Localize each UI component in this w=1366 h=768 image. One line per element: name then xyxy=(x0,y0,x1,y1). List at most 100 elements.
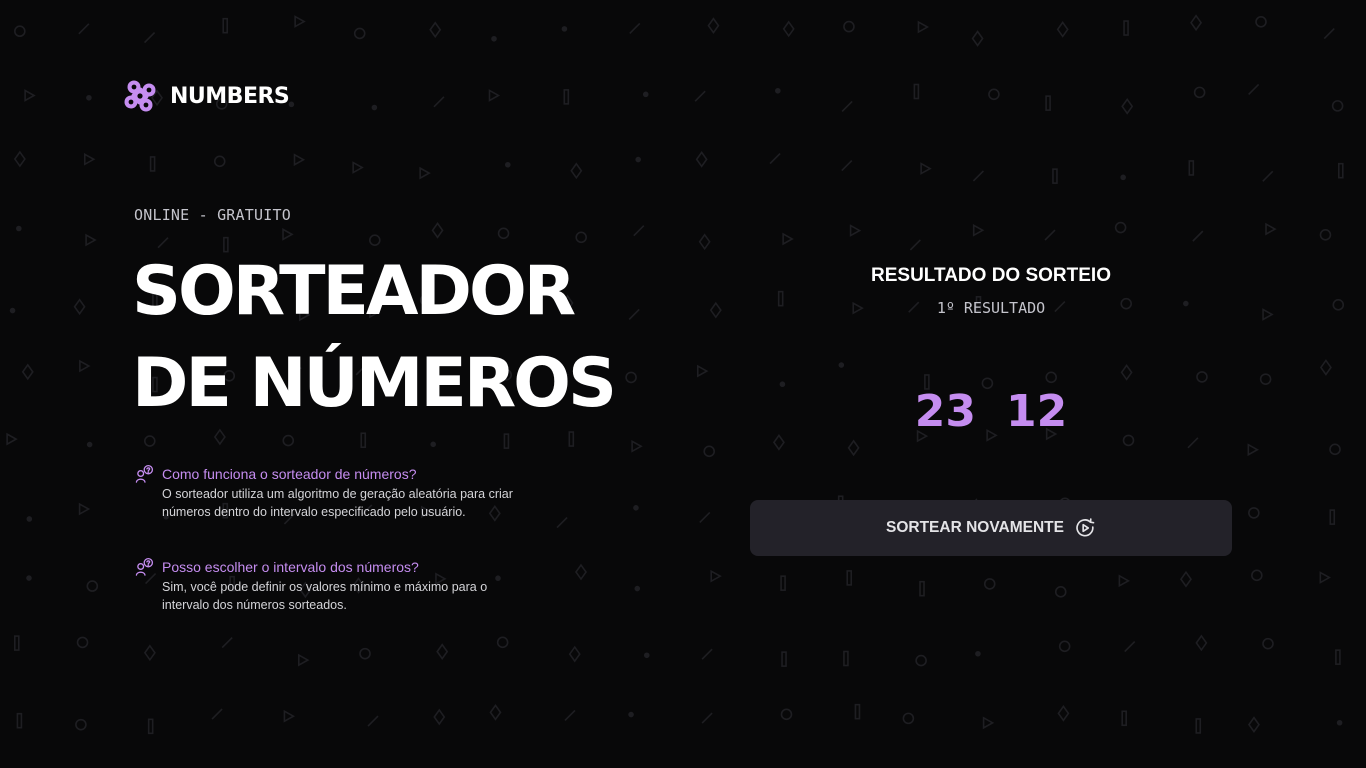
background-shape xyxy=(1124,641,1136,653)
brand-logo[interactable]: NUMBERS xyxy=(122,78,290,114)
background-shape xyxy=(213,155,226,168)
background-shape xyxy=(972,170,984,182)
background-shape xyxy=(85,233,97,247)
background-shape xyxy=(1188,160,1195,176)
background-shape xyxy=(643,652,650,659)
background-shape xyxy=(13,635,20,651)
brand-name: NUMBERS xyxy=(170,83,290,109)
background-shape xyxy=(841,159,853,172)
background-shape xyxy=(9,307,16,314)
background-shape xyxy=(1056,21,1069,38)
background-shape xyxy=(1329,443,1341,456)
background-shape xyxy=(86,441,93,448)
background-shape xyxy=(696,364,709,378)
background-shape xyxy=(635,156,641,163)
background-shape xyxy=(21,363,34,381)
background-shape xyxy=(1195,718,1202,734)
background-shape xyxy=(913,83,920,100)
faq-answer: Sim, você pode definir os valores mínimo… xyxy=(162,578,535,614)
background-shape xyxy=(288,101,295,108)
background-shape xyxy=(1265,222,1277,236)
background-shape xyxy=(360,432,367,449)
background-shape xyxy=(143,435,156,447)
background-shape xyxy=(1332,299,1345,311)
background-shape xyxy=(699,511,711,524)
background-shape xyxy=(282,434,295,447)
faq-question-row: Posso escolher o intervalo dos números? xyxy=(135,557,535,576)
background-shape xyxy=(16,225,22,232)
background-shape xyxy=(1329,509,1336,525)
background-shape xyxy=(1247,443,1259,457)
background-shape xyxy=(847,439,860,457)
background-shape xyxy=(775,87,781,94)
background-shape xyxy=(1195,634,1208,652)
background-shape xyxy=(575,563,587,581)
background-shape xyxy=(854,703,861,720)
faq-answer: O sorteador utiliza um algoritmo de gera… xyxy=(162,485,535,521)
faq-answer-line: Sim, você pode definir os valores mínimo… xyxy=(162,580,488,594)
page-title-line-1: SORTEADOR xyxy=(132,252,576,331)
background-shape xyxy=(642,91,649,98)
background-shape xyxy=(1118,574,1131,588)
background-shape xyxy=(1190,14,1203,32)
background-shape xyxy=(79,359,91,373)
background-shape xyxy=(568,431,575,447)
background-shape xyxy=(496,636,509,649)
background-shape xyxy=(1044,229,1056,241)
result-number: 12 xyxy=(1006,386,1068,437)
background-shape xyxy=(972,223,985,237)
background-shape xyxy=(83,152,96,166)
draw-again-button[interactable]: SORTEAR NOVAMENTE xyxy=(750,500,1232,556)
background-shape xyxy=(26,516,33,522)
background-shape xyxy=(1054,586,1067,598)
background-shape xyxy=(429,21,442,39)
background-shape xyxy=(222,17,229,34)
background-shape xyxy=(1337,162,1344,179)
faq-item: Posso escolher o intervalo dos números? … xyxy=(135,557,535,614)
background-shape xyxy=(1179,570,1192,588)
background-shape xyxy=(16,712,23,729)
chat-question-icon xyxy=(135,557,154,576)
background-shape xyxy=(841,100,853,113)
faq-item: Como funciona o sorteador de números? O … xyxy=(135,464,535,521)
background-shape xyxy=(73,298,86,316)
background-shape xyxy=(568,645,581,663)
background-shape xyxy=(221,637,233,649)
background-shape xyxy=(78,502,91,516)
page-title: SORTEADOR DE NÚMEROS xyxy=(132,246,617,430)
background-shape xyxy=(710,569,722,583)
background-shape xyxy=(707,17,720,34)
background-shape xyxy=(293,153,306,167)
faq-answer-line: O sorteador utiliza um algoritmo de gera… xyxy=(162,487,513,501)
background-shape xyxy=(1262,170,1274,182)
background-shape xyxy=(1192,230,1204,242)
background-shape xyxy=(430,441,437,448)
background-shape xyxy=(982,716,995,730)
refresh-play-icon xyxy=(1076,518,1095,537)
background-shape xyxy=(782,232,794,246)
faq-answer-line: números dentro do intervalo especificado… xyxy=(162,505,466,519)
background-shape xyxy=(282,228,294,241)
background-shape xyxy=(1259,373,1272,385)
faq-question: Como funciona o sorteador de números? xyxy=(162,465,417,482)
draw-again-label: SORTEAR NOVAMENTE xyxy=(886,519,1064,536)
background-shape xyxy=(564,709,576,721)
page: NUMBERS ONLINE - GRATUITO SORTEADOR DE N… xyxy=(0,0,1366,768)
background-shape xyxy=(149,156,156,172)
result-numbers: 23 12 xyxy=(750,384,1232,440)
background-shape xyxy=(709,301,722,319)
background-shape xyxy=(920,162,932,175)
background-shape xyxy=(433,708,446,726)
background-shape xyxy=(6,432,18,446)
faq-question-row: Como funciona o sorteador de números? xyxy=(135,464,535,483)
background-shape xyxy=(353,27,366,40)
background-shape xyxy=(13,150,26,168)
background-shape xyxy=(917,20,930,34)
background-shape xyxy=(1121,710,1127,727)
background-shape xyxy=(701,648,713,660)
background-shape xyxy=(491,35,497,42)
background-shape xyxy=(1255,16,1267,28)
background-shape xyxy=(703,445,716,458)
page-title-line-2: DE NÚMEROS xyxy=(132,344,617,423)
background-shape xyxy=(369,234,381,246)
